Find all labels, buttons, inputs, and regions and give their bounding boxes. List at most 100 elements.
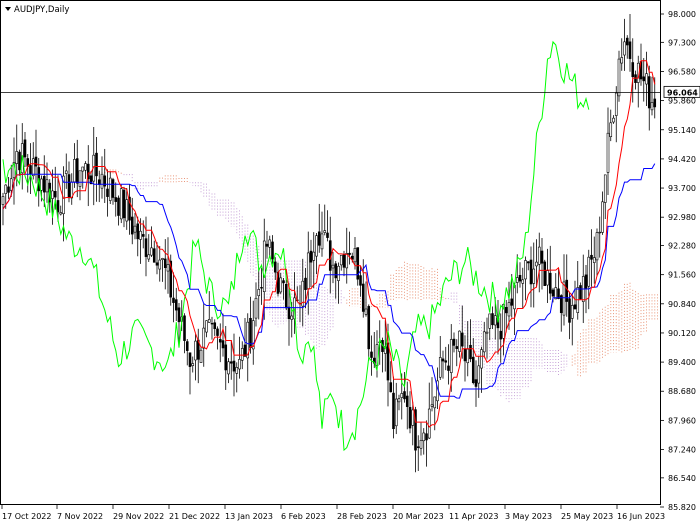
candle-body [202, 327, 206, 349]
x-axis: 17 Oct 2022 7 Nov 2022 29 Nov 2022 21 Dec 2… [1, 505, 665, 521]
candle-body [136, 223, 140, 240]
candle-body [207, 319, 211, 323]
candle-body [642, 76, 646, 82]
candle-body [419, 440, 423, 449]
candle-body [320, 233, 324, 250]
candle-body [584, 274, 588, 289]
candle-body [485, 331, 489, 334]
candle-body [224, 344, 228, 371]
candle-body [106, 188, 109, 197]
x-tick-label: 3 May 2023 [505, 512, 552, 521]
candle-body [161, 258, 164, 260]
candle-body [488, 313, 492, 329]
candle-body [504, 307, 508, 314]
candle-body [56, 200, 60, 213]
y-tick-label: 95.860 [668, 97, 696, 106]
candle-body [323, 230, 327, 233]
candle-body [510, 298, 514, 306]
candle-body [40, 178, 43, 191]
candle-body [130, 216, 134, 235]
candle-body [529, 259, 533, 285]
svg-text:96.064: 96.064 [667, 88, 698, 97]
candle-body [7, 186, 10, 193]
candle-body [620, 57, 624, 64]
candle-body [150, 247, 153, 256]
candle-body [133, 225, 137, 233]
candle-body [139, 230, 142, 240]
candle-body [403, 391, 406, 400]
candle-body [42, 176, 46, 193]
x-tick-label: 11 Apr 2023 [449, 512, 498, 521]
candle-body [645, 73, 648, 85]
candle-body [449, 339, 453, 373]
chart-title: AUDJPY,Daily [14, 5, 69, 15]
candle-body [444, 360, 448, 363]
candle-body [191, 363, 195, 366]
candle-body [51, 190, 54, 199]
y-tick-label: 88.680 [668, 387, 696, 396]
candle-body [587, 256, 591, 287]
candle-body [185, 341, 189, 351]
candle-body [73, 159, 76, 183]
candle-body [617, 58, 621, 97]
candle-body [518, 274, 522, 282]
candle-body [463, 348, 467, 362]
candle-body [284, 283, 288, 309]
candle-body [540, 250, 544, 264]
x-tick-label: 17 Oct 2022 [2, 512, 51, 521]
candle-body [194, 340, 197, 361]
candle-body [408, 407, 412, 429]
y-tick-label: 86.540 [668, 474, 696, 483]
y-tick-label: 95.140 [668, 126, 696, 135]
y-tick-label: 92.980 [668, 213, 696, 222]
candle-body [592, 257, 596, 263]
candle-body [400, 393, 404, 398]
candle-body [543, 261, 547, 286]
y-axis: 98.000 97.300 96.580 95.860 95.140 94.420 93.7… [660, 10, 696, 512]
candle-body [397, 398, 401, 403]
candle-body [81, 166, 85, 172]
candle-body [482, 331, 486, 353]
candle-body [100, 173, 104, 189]
candle-body [438, 357, 442, 378]
x-tick-label: 29 Nov 2022 [113, 512, 164, 521]
candle-body [117, 197, 120, 216]
y-tick-label: 92.280 [668, 242, 696, 251]
candle-body [67, 174, 71, 199]
candle-body [353, 247, 357, 263]
candle-body [84, 163, 87, 171]
candle-body [339, 254, 343, 266]
candle-body [603, 174, 607, 203]
candle-body [364, 308, 368, 315]
candle-body [306, 252, 310, 290]
candle-body [147, 254, 151, 260]
y-tick-label: 87.240 [668, 446, 696, 455]
y-tick-label: 91.560 [668, 271, 696, 280]
y-tick-label: 98.000 [668, 10, 696, 19]
candle-body [623, 41, 626, 56]
candle-body [411, 409, 415, 426]
candle-body [606, 132, 610, 173]
y-tick-label: 94.420 [668, 155, 696, 164]
candle-body [367, 306, 371, 350]
candle-body [392, 392, 395, 430]
candle-body [141, 234, 145, 237]
candle-body [177, 307, 181, 323]
candle-body [513, 285, 516, 310]
candle-body [427, 408, 431, 439]
candle-body [326, 232, 329, 238]
candle-body [257, 289, 261, 297]
candle-body [279, 277, 283, 293]
candle-body [573, 304, 577, 310]
x-tick-label: 16 Jun 2023 [617, 512, 665, 521]
candle-body [551, 289, 555, 297]
candle-body [312, 251, 316, 261]
candle-body [155, 262, 159, 266]
candle-body [631, 62, 635, 78]
candle-body [114, 197, 118, 202]
candle-body [359, 275, 362, 286]
candle-body [331, 264, 335, 269]
candle-body [163, 258, 167, 268]
candle-body [634, 74, 637, 83]
y-tick-label: 97.300 [668, 38, 696, 47]
